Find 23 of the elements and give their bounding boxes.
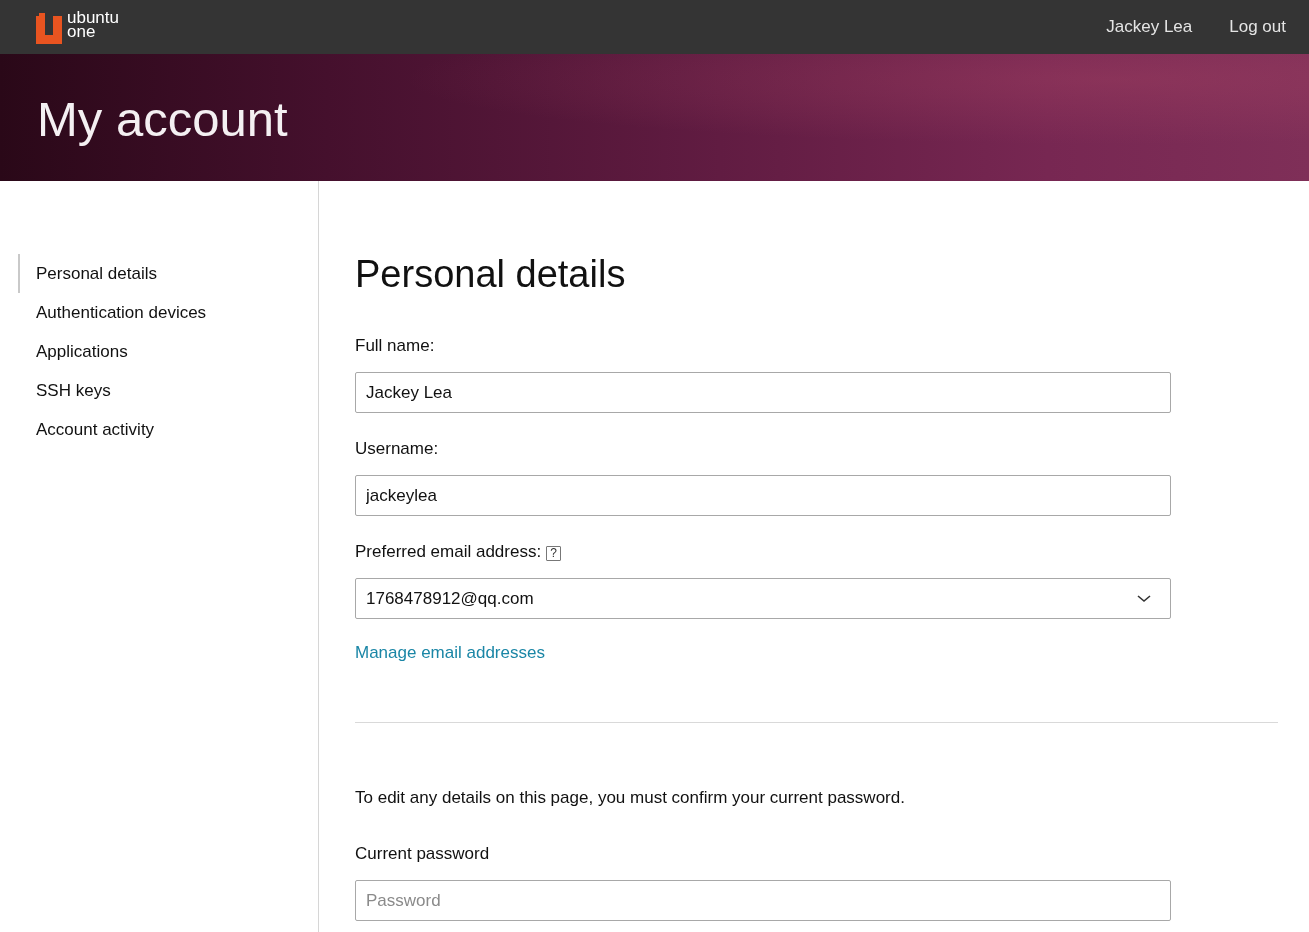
nav-link[interactable]: Jackey Lea xyxy=(1106,16,1193,38)
sidebar-item[interactable]: SSH keys xyxy=(18,371,117,410)
field-label: Current password xyxy=(355,843,490,865)
sidebar-item[interactable]: Applications xyxy=(18,332,134,371)
text-input[interactable]: Jackey Lea xyxy=(355,372,1171,413)
field-label: Preferred email address: xyxy=(355,541,542,563)
password-input[interactable]: Password xyxy=(355,880,1171,921)
manage-emails-link[interactable]: Manage email addresses xyxy=(355,641,545,665)
help-icon[interactable]: ? xyxy=(546,545,562,561)
email-select[interactable]: 1768478912@qq.com xyxy=(355,578,1171,619)
logo-icon xyxy=(36,12,62,44)
field-label: Username: xyxy=(355,438,439,460)
sidebar-item[interactable]: Authentication devices xyxy=(18,293,213,332)
sidebar-item[interactable]: Personal details xyxy=(18,254,163,293)
text-input[interactable]: jackeylea xyxy=(355,475,1171,516)
notice-text: To edit any details on this page, you must confirm your current password. xyxy=(355,787,905,809)
chevron-down-icon xyxy=(1137,594,1151,603)
field-label: Full name: xyxy=(355,335,435,357)
sidebar-item[interactable]: Account activity xyxy=(18,410,161,449)
section-title: Personal details xyxy=(355,252,626,297)
brand-name: ubuntu one xyxy=(67,11,119,39)
nav-link[interactable]: Log out xyxy=(1229,16,1286,38)
page-title: My account xyxy=(37,90,288,148)
